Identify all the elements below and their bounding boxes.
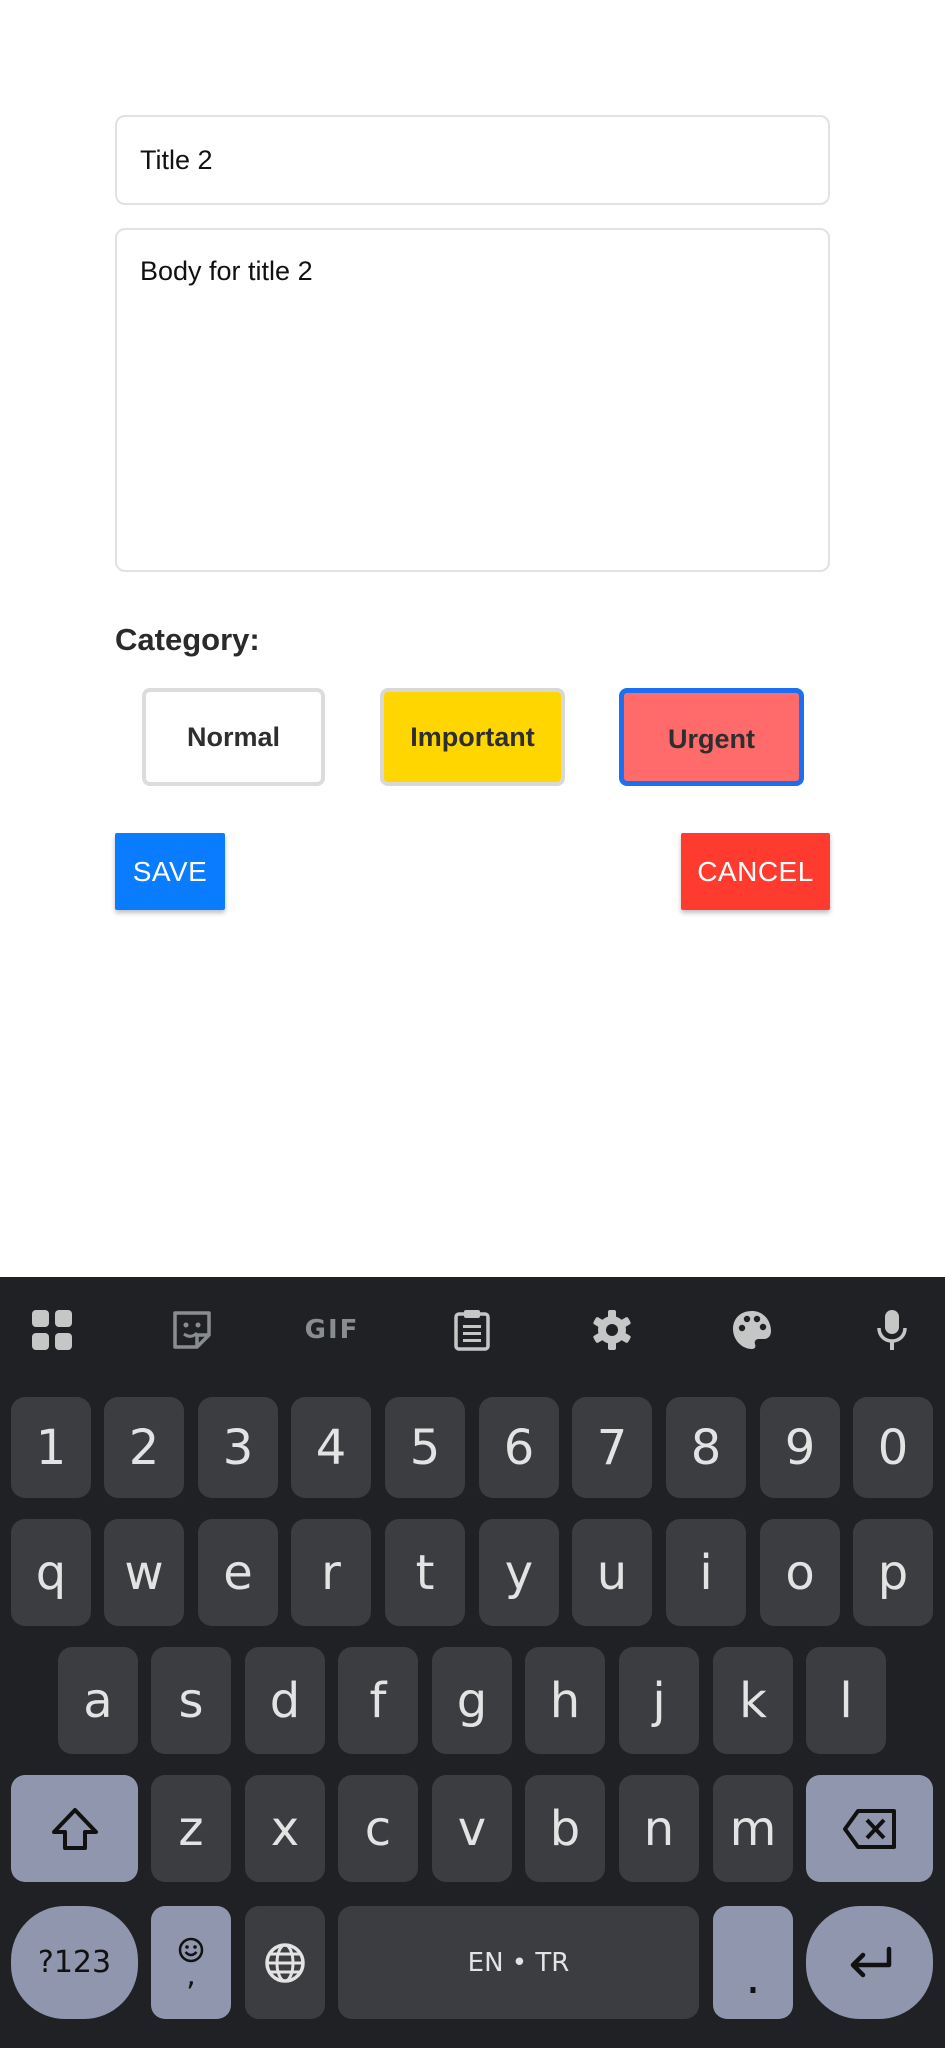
sticker-icon[interactable] <box>162 1300 222 1360</box>
key-y[interactable]: y <box>479 1519 559 1626</box>
category-label: Category: <box>115 622 260 657</box>
key-l[interactable]: l <box>806 1647 886 1754</box>
key-2[interactable]: 2 <box>104 1397 184 1498</box>
key-x[interactable]: x <box>245 1775 325 1882</box>
key-r[interactable]: r <box>291 1519 371 1626</box>
gif-icon[interactable]: GIF <box>302 1300 362 1360</box>
key-m[interactable]: m <box>713 1775 793 1882</box>
microphone-icon[interactable] <box>862 1300 922 1360</box>
key-j[interactable]: j <box>619 1647 699 1754</box>
key-i[interactable]: i <box>666 1519 746 1626</box>
title-input[interactable]: Title 2 <box>115 115 830 205</box>
category-important-button[interactable]: Important <box>380 688 565 786</box>
symbols-key[interactable]: ?123 <box>11 1906 138 2019</box>
key-0[interactable]: 0 <box>853 1397 933 1498</box>
key-v[interactable]: v <box>432 1775 512 1882</box>
apps-icon[interactable] <box>22 1300 82 1360</box>
clipboard-icon[interactable] <box>442 1300 502 1360</box>
shift-key[interactable] <box>11 1775 138 1882</box>
enter-icon <box>850 1946 891 1977</box>
key-7[interactable]: 7 <box>572 1397 652 1498</box>
key-q[interactable]: q <box>11 1519 91 1626</box>
key-c[interactable]: c <box>338 1775 418 1882</box>
key-w[interactable]: w <box>104 1519 184 1626</box>
emoji-comma-key[interactable]: , <box>151 1906 231 2019</box>
key-a[interactable]: a <box>58 1647 138 1754</box>
key-8[interactable]: 8 <box>666 1397 746 1498</box>
language-key[interactable] <box>245 1906 325 2019</box>
key-5[interactable]: 5 <box>385 1397 465 1498</box>
comma-label: , <box>186 1957 196 1993</box>
key-9[interactable]: 9 <box>760 1397 840 1498</box>
key-u[interactable]: u <box>572 1519 652 1626</box>
key-t[interactable]: t <box>385 1519 465 1626</box>
key-b[interactable]: b <box>525 1775 605 1882</box>
period-key[interactable]: . <box>713 1906 793 2019</box>
key-g[interactable]: g <box>432 1647 512 1754</box>
globe-icon <box>265 1942 305 1983</box>
category-urgent-button[interactable]: Urgent <box>619 688 804 786</box>
key-e[interactable]: e <box>198 1519 278 1626</box>
key-h[interactable]: h <box>525 1647 605 1754</box>
spacebar[interactable]: EN • TR <box>338 1906 699 2019</box>
key-3[interactable]: 3 <box>198 1397 278 1498</box>
backspace-icon <box>842 1808 896 1849</box>
key-z[interactable]: z <box>151 1775 231 1882</box>
settings-icon[interactable] <box>582 1300 642 1360</box>
save-button[interactable]: SAVE <box>115 833 225 910</box>
key-1[interactable]: 1 <box>11 1397 91 1498</box>
key-n[interactable]: n <box>619 1775 699 1882</box>
key-p[interactable]: p <box>853 1519 933 1626</box>
enter-key[interactable] <box>806 1906 933 2019</box>
key-4[interactable]: 4 <box>291 1397 371 1498</box>
shift-icon <box>51 1807 98 1850</box>
body-textarea[interactable]: Body for title 2 <box>115 228 830 572</box>
key-s[interactable]: s <box>151 1647 231 1754</box>
key-6[interactable]: 6 <box>479 1397 559 1498</box>
backspace-key[interactable] <box>806 1775 933 1882</box>
key-k[interactable]: k <box>713 1647 793 1754</box>
category-normal-button[interactable]: Normal <box>142 688 325 786</box>
key-o[interactable]: o <box>760 1519 840 1626</box>
palette-icon[interactable] <box>722 1300 782 1360</box>
cancel-button[interactable]: CANCEL <box>681 833 830 910</box>
key-d[interactable]: d <box>245 1647 325 1754</box>
key-f[interactable]: f <box>338 1647 418 1754</box>
